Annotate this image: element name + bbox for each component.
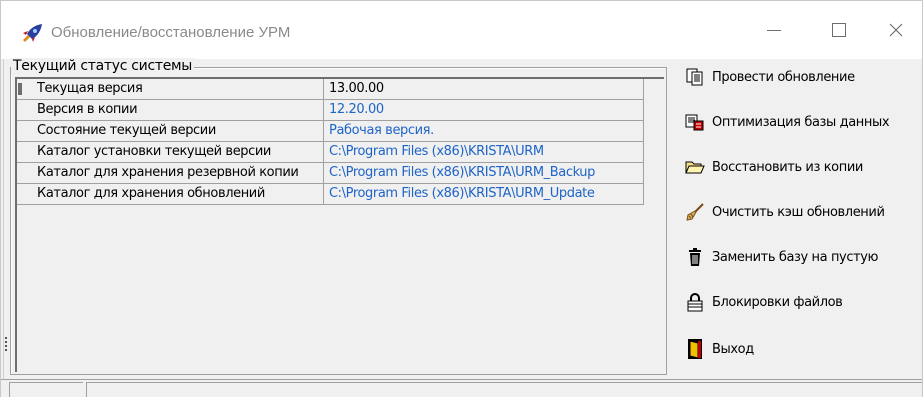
open-folder-icon [684,156,706,178]
close-button[interactable] [869,1,923,59]
status-row-label: Каталог установки текущей версии [17,142,324,163]
replace-db-button-label: Заменить базу на пустую [712,249,879,265]
exit-door-icon [684,338,706,360]
main-window: Обновление/восстановление УРМ Текущий ст… [0,0,923,397]
status-row-label: Текущая версия [17,79,324,100]
status-row-label: Версия в копии [17,100,324,121]
status-row-value[interactable]: C:\Program Files (x86)\KRISTA\URM_Backup [324,163,644,184]
copy-pages-icon [684,66,706,88]
status-row[interactable]: Версия в копии 12.20.00 [17,100,666,121]
status-row-value[interactable]: 12.20.00 [324,100,644,121]
minimize-icon [767,29,781,31]
status-row-value[interactable]: C:\Program Files (x86)\KRISTA\URM_Update [324,184,644,205]
status-row[interactable]: Текущая версия 13.00.00 [17,79,666,100]
row-selector-indicator [18,83,22,95]
minimize-button[interactable] [747,1,801,59]
optimize-db-button[interactable]: Оптимизация базы данных [684,107,890,137]
status-row[interactable]: Состояние текущей версии Рабочая версия. [17,121,666,142]
restore-button[interactable]: Восстановить из копии [684,152,863,182]
replace-db-button[interactable]: Заменить базу на пустую [684,242,878,272]
status-row-value[interactable]: Рабочая версия. [324,121,644,142]
update-button[interactable]: Провести обновление [684,62,855,92]
maximize-button[interactable] [812,1,866,59]
status-row-label: Каталог для хранения обновлений [17,184,324,205]
file-locks-button-label: Блокировки файлов [712,294,843,310]
database-optimize-icon [684,111,706,133]
status-row-label: Состояние текущей версии [17,121,324,142]
clear-cache-button-label: Очистить кэш обновлений [712,204,885,220]
trash-bin-icon [684,246,706,268]
status-row-value[interactable]: C:\Program Files (x86)\KRISTA\URM [324,142,644,163]
file-locks-button[interactable]: Блокировки файлов [684,287,843,317]
status-group-caption: Текущий статус системы [11,58,195,74]
status-row[interactable]: Каталог для хранения резервной копии C:\… [17,163,666,184]
restore-button-label: Восстановить из копии [712,159,863,175]
window-left-edge [1,59,4,379]
update-button-label: Провести обновление [712,69,855,85]
optimize-db-button-label: Оптимизация базы данных [712,114,890,130]
status-row[interactable]: Каталог установки текущей версии C:\Prog… [17,142,666,163]
rocket-icon [20,23,44,43]
close-icon [889,23,903,37]
title-bar[interactable]: Обновление/восстановление УРМ [1,1,922,59]
status-pane [86,382,922,397]
exit-button-label: Выход [712,341,754,357]
status-row-value[interactable]: 13.00.00 [324,79,644,100]
exit-button[interactable]: Выход [684,334,754,364]
status-pane [9,382,83,397]
status-grid[interactable]: Текущая версия 13.00.00 Версия в копии 1… [15,77,664,372]
resize-grip[interactable] [5,337,7,351]
window-title: Обновление/восстановление УРМ [51,24,291,41]
padlock-icon [684,291,706,313]
status-row-label: Каталог для хранения резервной копии [17,163,324,184]
broom-icon [684,201,706,223]
status-row[interactable]: Каталог для хранения обновлений C:\Progr… [17,184,666,205]
clear-cache-button[interactable]: Очистить кэш обновлений [684,197,885,227]
status-bar [1,379,922,397]
maximize-icon [832,23,846,37]
